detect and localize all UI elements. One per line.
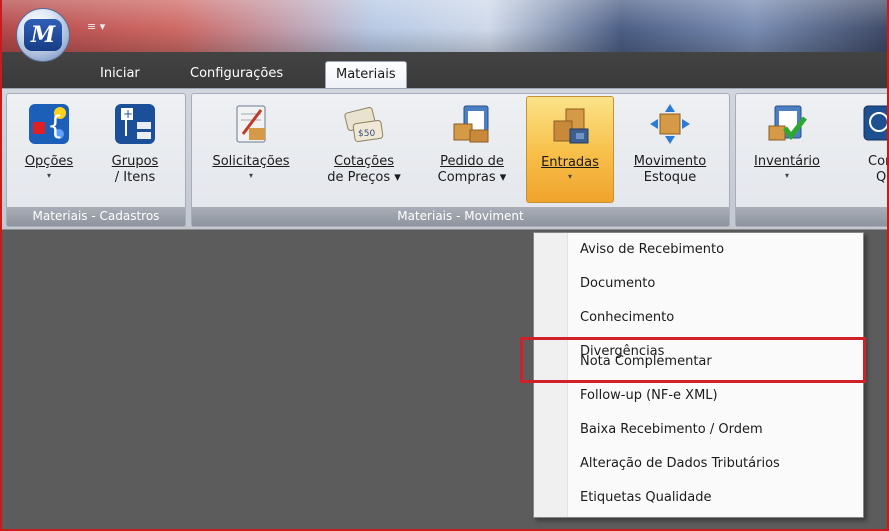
tab-materiais[interactable]: Materiais (325, 61, 407, 89)
quotes-button[interactable]: $50 Cotações de Preços ▾ (314, 96, 414, 203)
quality-control-icon (858, 102, 887, 146)
quality-control-button[interactable]: Cont Qua (848, 96, 887, 203)
entries-label: Entradas (541, 155, 599, 170)
menu-item-etiquetas-qualidade[interactable]: Etiquetas Qualidade (580, 481, 712, 515)
quotes-label-2: de Preços ▾ (327, 170, 401, 185)
chevron-down-icon: ▾ (784, 171, 789, 180)
chevron-down-icon: ▾ (567, 172, 572, 181)
requests-icon (229, 102, 273, 146)
svg-text:+: + (123, 107, 133, 121)
entries-button[interactable]: Entradas ▾ (526, 96, 614, 203)
chevron-down-icon: ▾ (46, 171, 51, 180)
svg-text:$50: $50 (358, 129, 375, 139)
purchase-order-label-1: Pedido de (440, 154, 504, 169)
svg-text:{: { (47, 111, 64, 141)
title-bar-shade (2, 0, 887, 52)
inventory-label: Inventário (754, 154, 820, 169)
groups-items-icon: + (113, 102, 157, 146)
group-materiais-cadastros: { Opções ▾ + Grupos / Itens Materiais - … (6, 93, 186, 227)
app-menu-button[interactable]: M (16, 8, 70, 62)
entradas-dropdown-menu: Aviso de Recebimento Documento Conhecime… (533, 232, 864, 518)
requests-label: Solicitações (212, 154, 290, 169)
menu-item-aviso-de-recebimento[interactable]: Aviso de Recebimento (580, 233, 724, 267)
options-icon: { (27, 102, 71, 146)
groups-items-label-2: / Itens (114, 170, 156, 185)
groups-items-label-1: Grupos (111, 154, 159, 169)
quality-control-label-1: Cont (868, 154, 887, 169)
app-logo-icon: M (24, 19, 62, 51)
inventory-icon (765, 102, 809, 146)
menu-item-alteracao-dados-tributarios[interactable]: Alteração de Dados Tributários (580, 447, 780, 481)
tab-iniciar[interactable]: Iniciar (90, 61, 150, 88)
group-inventory: Inventário ▾ Cont Qua (735, 93, 887, 227)
quick-access-toolbar-icon[interactable]: ≡ ▾ (87, 20, 105, 33)
stock-movement-label-1: Movimento (633, 154, 707, 169)
quotes-icon: $50 (342, 102, 386, 146)
menu-item-nota-complementar[interactable]: Nota Complementar (580, 345, 712, 379)
menu-item-documento[interactable]: Documento (580, 267, 655, 301)
menu-icon-gutter (534, 233, 568, 517)
menu-item-baixa-recebimento-ordem[interactable]: Baixa Recebimento / Ordem (580, 413, 763, 447)
tab-configuracoes[interactable]: Configurações (180, 61, 293, 88)
groups-items-button[interactable]: + Grupos / Itens (97, 96, 173, 203)
menu-item-follow-up-nfe-xml[interactable]: Follow-up (NF-e XML) (580, 379, 718, 413)
chevron-down-icon: ▾ (248, 171, 253, 180)
purchase-order-label-2: Compras ▾ (437, 170, 507, 185)
stock-movement-label-2: Estoque (643, 170, 697, 185)
requests-button[interactable]: Solicitações ▾ (198, 96, 304, 203)
group-label (736, 207, 887, 226)
ribbon-tab-row: Iniciar Configurações Materiais (2, 52, 887, 89)
stock-movement-button[interactable]: Movimento Estoque (620, 96, 720, 203)
application-window: M ≡ ▾ Iniciar Configurações Materiais { (0, 0, 889, 531)
quotes-label-1: Cotações (334, 154, 394, 169)
entries-icon (548, 103, 592, 147)
menu-item-conhecimento[interactable]: Conhecimento (580, 301, 674, 335)
group-label: Materiais - Moviment (192, 207, 729, 226)
inventory-button[interactable]: Inventário ▾ (742, 96, 832, 203)
options-button-label: Opções (24, 154, 74, 169)
ribbon: { Opções ▾ + Grupos / Itens Materiais - … (2, 88, 887, 230)
options-button[interactable]: { Opções ▾ (11, 96, 87, 203)
purchase-order-button[interactable]: Pedido de Compras ▾ (424, 96, 520, 203)
purchase-order-icon (450, 102, 494, 146)
group-label: Materiais - Cadastros (7, 207, 185, 226)
group-materiais-movimentacao: Solicitações ▾ $50 Cotações de Preços ▾ (191, 93, 730, 227)
stock-movement-icon (648, 102, 692, 146)
quality-control-label-2: Qua (876, 170, 887, 185)
